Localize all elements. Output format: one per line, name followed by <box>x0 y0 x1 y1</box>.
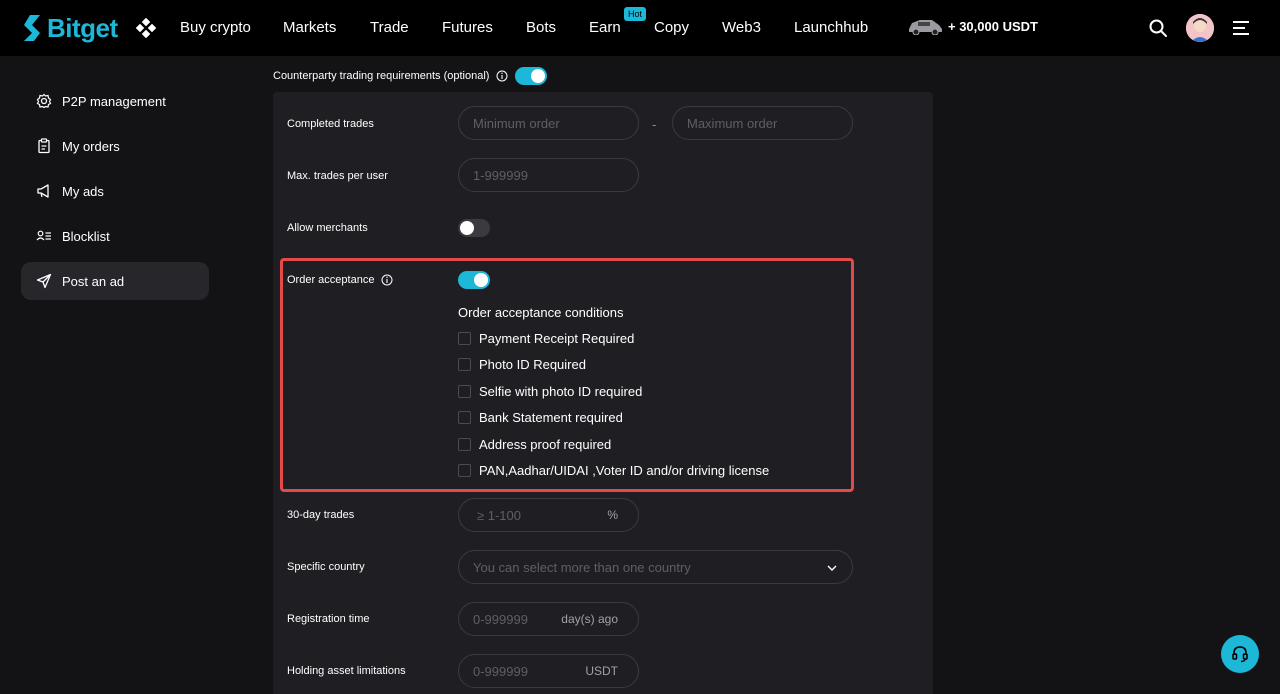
sidebar-item-label: P2P management <box>62 93 166 109</box>
megaphone-icon <box>37 184 49 198</box>
sidebar-item-label: Post an ad <box>62 273 125 289</box>
order-acceptance-text: Order acceptance <box>287 274 375 286</box>
bitget-logo[interactable]: Bitget <box>20 12 118 44</box>
promo-banner[interactable]: + 30,000 USDT <box>906 17 1038 35</box>
avatar[interactable] <box>1186 14 1214 42</box>
nav-futures[interactable]: Futures <box>442 19 493 36</box>
counterparty-requirements-label: Counterparty trading requirements (optio… <box>273 70 508 82</box>
checkbox[interactable] <box>458 464 471 477</box>
checkbox[interactable] <box>458 438 471 451</box>
condition-label: Photo ID Required <box>479 357 586 372</box>
clipboard-icon <box>38 138 50 154</box>
registration-time-input[interactable]: 0-999999 day(s) ago <box>458 602 639 636</box>
checkbox[interactable] <box>458 411 471 424</box>
hot-badge: Hot <box>624 7 647 21</box>
counterparty-requirements-text: Counterparty trading requirements (optio… <box>273 70 490 82</box>
checkbox[interactable] <box>458 385 471 398</box>
specific-country-label: Specific country <box>287 561 365 573</box>
max-trades-label: Max. trades per user <box>287 170 388 182</box>
condition-selfie-photo-id[interactable]: Selfie with photo ID required <box>458 384 642 399</box>
info-icon[interactable] <box>496 70 508 82</box>
sidebar-item-label: My orders <box>62 138 120 154</box>
sidebar-item-label: My ads <box>62 183 104 199</box>
car-icon <box>909 20 942 35</box>
completed-trades-min-input[interactable]: Minimum order <box>458 106 639 140</box>
order-acceptance-conditions-title: Order acceptance conditions <box>458 305 624 320</box>
condition-government-id[interactable]: PAN,Aadhar/UIDAI ,Voter ID and/or drivin… <box>458 463 769 478</box>
order-acceptance-toggle[interactable] <box>458 271 490 289</box>
headset-icon <box>1232 646 1248 663</box>
apps-grid-icon[interactable] <box>136 18 156 38</box>
usdt-suffix: USDT <box>585 664 618 678</box>
brand-name: Bitget <box>47 12 118 43</box>
promo-text: + 30,000 USDT <box>948 18 1038 34</box>
hamburger-menu-icon[interactable] <box>1232 19 1250 37</box>
checkbox[interactable] <box>458 332 471 345</box>
info-icon[interactable] <box>381 274 393 286</box>
nav-markets[interactable]: Markets <box>283 19 336 36</box>
customer-support-button[interactable] <box>1221 635 1259 673</box>
nav-bots[interactable]: Bots <box>526 19 556 36</box>
nav-web3[interactable]: Web3 <box>722 19 761 36</box>
gear-icon <box>36 93 52 109</box>
completed-trades-label: Completed trades <box>287 118 374 130</box>
allow-merchants-label: Allow merchants <box>287 222 368 234</box>
completed-trades-max-input[interactable]: Maximum order <box>672 106 853 140</box>
condition-bank-statement[interactable]: Bank Statement required <box>458 410 623 425</box>
range-separator: - <box>652 117 657 132</box>
allow-merchants-toggle[interactable] <box>458 219 490 237</box>
registration-time-label: Registration time <box>287 613 370 625</box>
condition-label: Payment Receipt Required <box>479 331 635 346</box>
days-ago-suffix: day(s) ago <box>561 612 618 626</box>
thirty-day-trades-placeholder: ≥ 1-100 <box>477 507 521 523</box>
condition-label: Bank Statement required <box>479 410 623 425</box>
counterparty-requirements-toggle[interactable] <box>515 67 547 85</box>
condition-label: Address proof required <box>479 437 612 452</box>
search-icon[interactable] <box>1148 18 1168 38</box>
nav-copy[interactable]: Copy <box>654 19 689 36</box>
user-list-icon <box>36 230 51 241</box>
order-acceptance-highlight <box>280 258 854 492</box>
percent-suffix: % <box>607 508 618 522</box>
checkbox[interactable] <box>458 358 471 371</box>
condition-address-proof[interactable]: Address proof required <box>458 437 611 452</box>
sidebar-item-my-ads[interactable]: My ads <box>21 172 209 210</box>
toggle-knob <box>474 273 488 287</box>
toggle-knob <box>460 221 474 235</box>
chevron-down-icon <box>827 565 837 571</box>
nav-earn[interactable]: Earn <box>589 19 621 36</box>
top-navigation: Bitget Buy crypto Markets Trade Futures … <box>0 0 1280 56</box>
thirty-day-trades-label: 30-day trades <box>287 509 355 521</box>
condition-photo-id[interactable]: Photo ID Required <box>458 357 586 372</box>
holding-asset-placeholder: 0-999999 <box>473 663 528 679</box>
nav-buy-crypto[interactable]: Buy crypto <box>180 19 251 36</box>
avatar-icon <box>1186 14 1214 42</box>
sidebar-item-label: Blocklist <box>62 228 110 244</box>
condition-label: PAN,Aadhar/UIDAI ,Voter ID and/or drivin… <box>479 463 770 478</box>
bitget-logo-icon <box>24 15 40 41</box>
specific-country-select[interactable]: You can select more than one country <box>458 550 853 584</box>
nav-trade[interactable]: Trade <box>370 19 409 36</box>
toggle-knob <box>531 69 545 83</box>
nav-launchhub[interactable]: Launchhub <box>794 19 868 36</box>
registration-time-placeholder: 0-999999 <box>473 611 528 627</box>
thirty-day-trades-input[interactable]: ≥ 1-100 % <box>458 498 639 532</box>
sidebar-item-my-orders[interactable]: My orders <box>21 127 209 165</box>
order-acceptance-label: Order acceptance <box>287 274 393 286</box>
sidebar-item-post-an-ad[interactable]: Post an ad <box>21 262 209 300</box>
sidebar-item-blocklist[interactable]: Blocklist <box>21 217 209 255</box>
holding-asset-input[interactable]: 0-999999 USDT <box>458 654 639 688</box>
condition-payment-receipt[interactable]: Payment Receipt Required <box>458 331 634 346</box>
max-trades-input[interactable]: 1-999999 <box>458 158 639 192</box>
holding-asset-label: Holding asset limitations <box>287 665 406 677</box>
condition-label: Selfie with photo ID required <box>479 384 643 399</box>
send-icon <box>36 273 52 289</box>
sidebar-item-p2p-management[interactable]: P2P management <box>21 82 209 120</box>
specific-country-placeholder: You can select more than one country <box>473 559 691 575</box>
